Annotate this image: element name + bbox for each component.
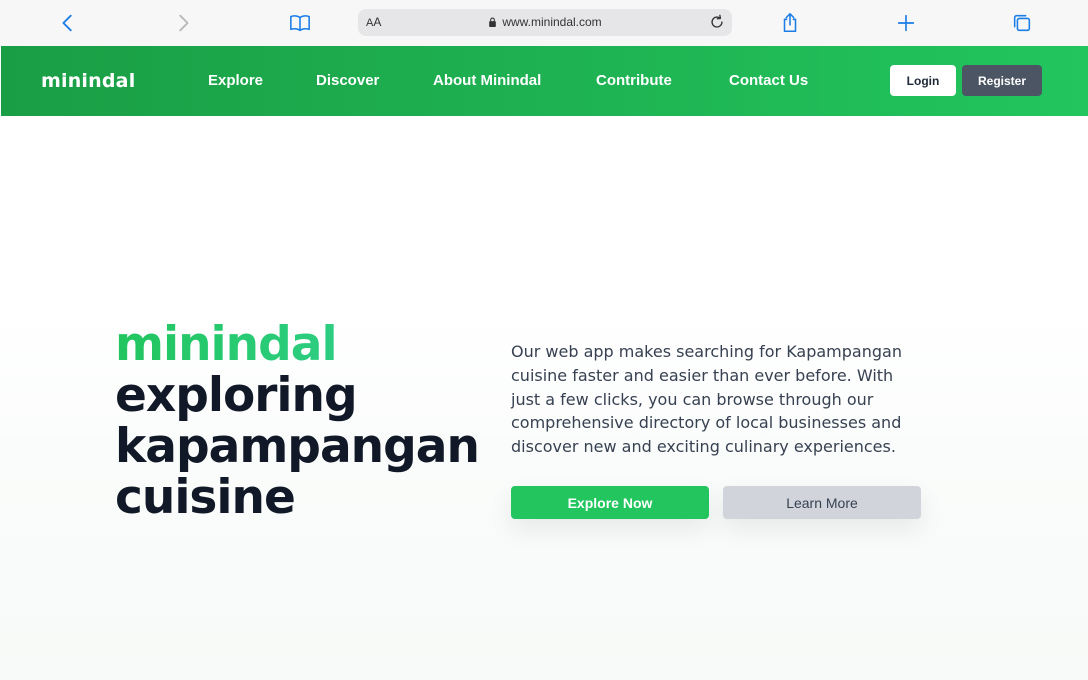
register-button[interactable]: Register bbox=[962, 65, 1042, 96]
site-navbar: minindal Explore Discover About Minindal… bbox=[1, 46, 1088, 116]
hero-headline: minindal exploring kapampangan cuisine bbox=[115, 319, 480, 525]
share-icon[interactable] bbox=[778, 11, 802, 35]
site-logo[interactable]: minindal bbox=[41, 70, 135, 92]
url-text: www.minindal.com bbox=[502, 15, 602, 29]
nav-link-explore[interactable]: Explore bbox=[208, 72, 263, 89]
tabs-icon[interactable] bbox=[1010, 11, 1034, 35]
reload-icon[interactable] bbox=[708, 13, 726, 31]
nav-link-contact[interactable]: Contact Us bbox=[729, 72, 808, 89]
hero-section: minindal exploring kapampangan cuisine O… bbox=[0, 116, 1088, 680]
learn-more-button[interactable]: Learn More bbox=[723, 486, 921, 519]
browser-toolbar: AA www.minindal.com bbox=[0, 0, 1088, 46]
book-icon[interactable] bbox=[288, 11, 312, 35]
chevron-left-icon[interactable] bbox=[56, 11, 80, 35]
nav-link-contribute[interactable]: Contribute bbox=[596, 72, 672, 89]
hero-line-kapampangan: kapampangan bbox=[115, 419, 480, 474]
hero-line-cuisine: cuisine bbox=[115, 470, 296, 525]
address-bar[interactable]: AA www.minindal.com bbox=[358, 9, 732, 36]
chevron-right-icon[interactable] bbox=[171, 11, 195, 35]
hero-line-exploring: exploring bbox=[115, 368, 358, 423]
nav-link-about[interactable]: About Minindal bbox=[433, 72, 541, 89]
url-display[interactable]: www.minindal.com bbox=[358, 15, 732, 29]
login-button[interactable]: Login bbox=[890, 65, 956, 96]
plus-icon[interactable] bbox=[894, 11, 918, 35]
nav-link-discover[interactable]: Discover bbox=[316, 72, 379, 89]
hero-description: Our web app makes searching for Kapampan… bbox=[511, 342, 902, 457]
hero-brand-name: minindal bbox=[115, 319, 479, 370]
lock-icon bbox=[489, 17, 497, 27]
explore-now-button[interactable]: Explore Now bbox=[511, 486, 709, 519]
